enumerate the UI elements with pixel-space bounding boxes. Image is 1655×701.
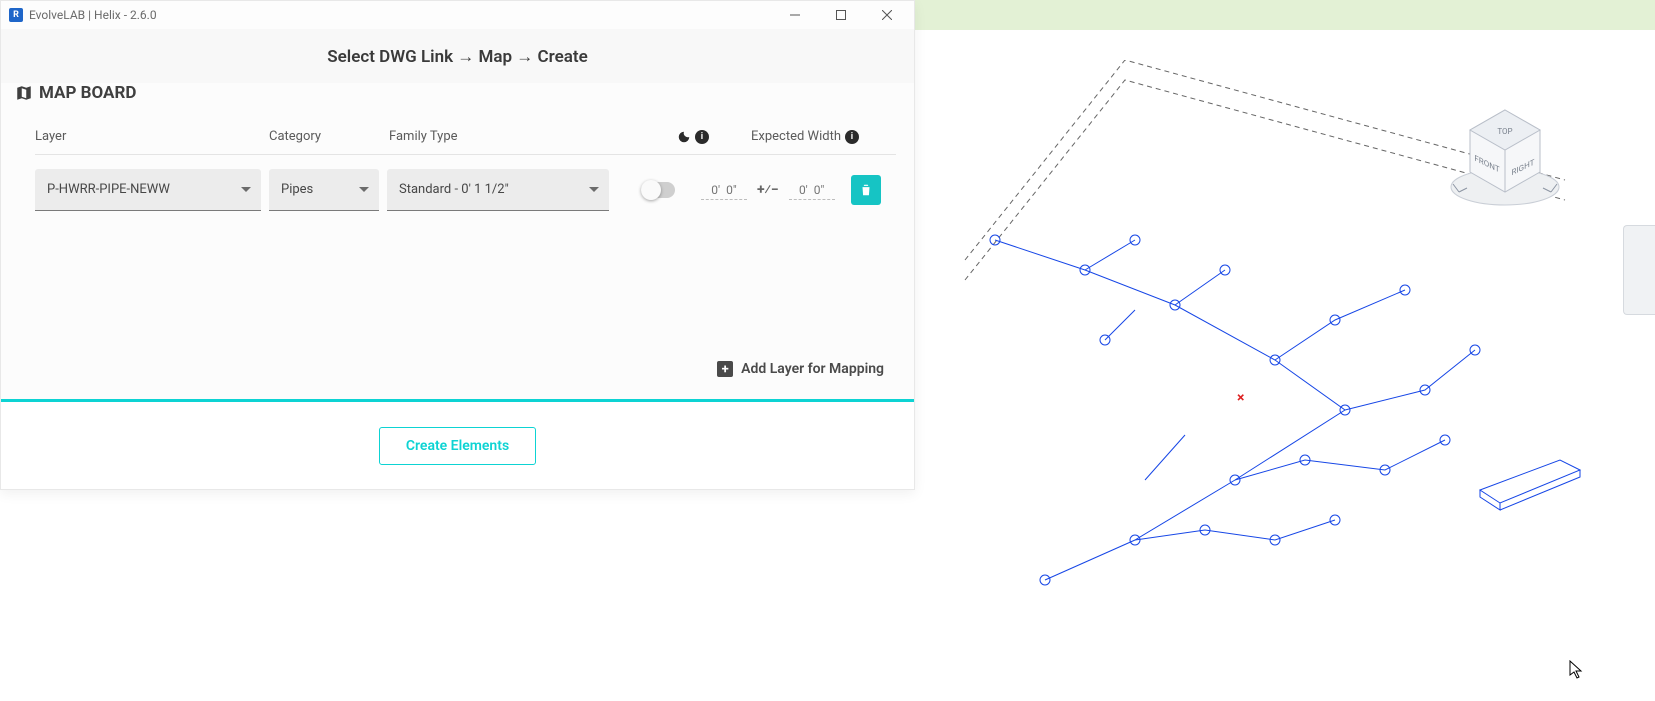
plus-minus-icon: +⁄− — [757, 182, 779, 198]
width-input-a[interactable] — [701, 181, 747, 200]
add-layer-label: Add Layer for Mapping — [741, 361, 884, 377]
delete-row-button[interactable] — [851, 175, 881, 205]
minimize-button[interactable] — [772, 1, 818, 29]
toggle-switch[interactable] — [641, 182, 675, 198]
navbar-right[interactable] — [1623, 225, 1655, 315]
close-button[interactable] — [864, 1, 910, 29]
category-value: Pipes — [281, 182, 313, 197]
header-family: Family Type — [389, 129, 619, 144]
width-input-b[interactable] — [789, 181, 835, 200]
layer-value: P-HWRR-PIPE-NEWW — [47, 182, 170, 197]
minimize-icon — [790, 10, 800, 20]
create-elements-button[interactable]: Create Elements — [379, 427, 536, 465]
header-layer: Layer — [35, 129, 269, 144]
header-width: Expected Width i — [709, 129, 859, 144]
section-label: MAP BOARD — [39, 83, 136, 103]
app-icon: R — [9, 8, 23, 22]
window-title: EvolveLAB | Helix - 2.6.0 — [29, 8, 157, 22]
view-cube[interactable]: TOP FRONT RIGHT — [1445, 92, 1565, 212]
column-headers: Layer Category Family Type i Expected Wi… — [35, 115, 896, 155]
close-icon — [882, 10, 892, 20]
chevron-down-icon — [241, 187, 251, 197]
maximize-icon — [836, 10, 846, 20]
layer-dropdown[interactable]: P-HWRR-PIPE-NEWW — [35, 169, 261, 211]
title-bar: R EvolveLAB | Helix - 2.6.0 — [1, 1, 914, 29]
map-icon — [15, 84, 33, 102]
viewcube-top-label[interactable]: TOP — [1497, 127, 1512, 136]
header-width-label: Expected Width — [751, 129, 841, 144]
header-night: i — [619, 130, 709, 144]
helix-dialog: R EvolveLAB | Helix - 2.6.0 Select DWG L… — [0, 0, 915, 490]
plus-icon: + — [717, 361, 733, 377]
slab-geometry — [1475, 455, 1585, 515]
info-icon[interactable]: i — [845, 130, 859, 144]
cursor-icon — [1569, 660, 1585, 685]
info-icon[interactable]: i — [695, 130, 709, 144]
add-layer-button[interactable]: + Add Layer for Mapping — [1, 211, 914, 395]
moon-icon — [677, 130, 691, 144]
category-dropdown[interactable]: Pipes — [269, 169, 379, 211]
mapping-row: P-HWRR-PIPE-NEWW Pipes Standard - 0' 1 1… — [35, 155, 896, 211]
section-title: MAP BOARD — [1, 83, 914, 115]
maximize-button[interactable] — [818, 1, 864, 29]
workflow-heading: Select DWG Link → Map → Create — [1, 29, 914, 83]
chevron-down-icon — [589, 187, 599, 197]
family-dropdown[interactable]: Standard - 0' 1 1/2" — [387, 169, 609, 211]
header-category: Category — [269, 129, 389, 144]
model-viewport[interactable]: × TOP FRONT RIGHT — [915, 30, 1655, 701]
error-marker: × — [1237, 390, 1244, 406]
trash-icon — [859, 183, 873, 197]
piping-geometry — [975, 210, 1495, 630]
family-value: Standard - 0' 1 1/2" — [399, 182, 509, 197]
chevron-down-icon — [359, 187, 369, 197]
